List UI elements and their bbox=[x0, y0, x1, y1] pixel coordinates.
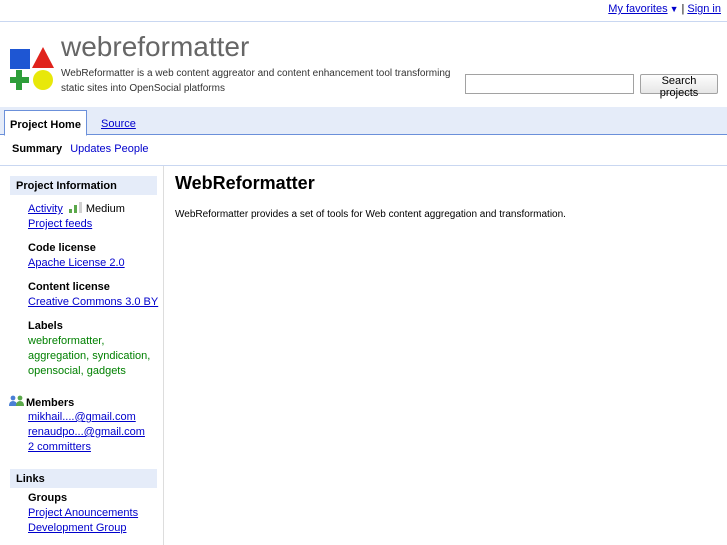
content-license-link[interactable]: Creative Commons 3.0 BY bbox=[28, 295, 158, 310]
chevron-down-icon[interactable]: ▼ bbox=[670, 4, 679, 14]
project-feeds-link[interactable]: Project feeds bbox=[28, 217, 92, 232]
sub-tabs: Summary Updates People bbox=[12, 143, 149, 155]
label-tag[interactable]: gadgets bbox=[87, 365, 126, 377]
members-section: Members bbox=[26, 396, 158, 411]
account-links: My favorites ▼ | Sign in bbox=[608, 3, 721, 15]
links-header: Links bbox=[10, 469, 157, 488]
project-summary: WebReformatter is a web content aggreato… bbox=[61, 68, 451, 94]
members-icon bbox=[9, 395, 24, 406]
top-bar: My favorites ▼ | Sign in bbox=[0, 0, 727, 22]
my-favorites-link[interactable]: My favorites bbox=[608, 3, 667, 15]
tab-project-home[interactable]: Project Home bbox=[4, 110, 87, 136]
content-license-section: Content license Creative Commons 3.0 BY bbox=[28, 280, 160, 310]
label-tag[interactable]: aggregation bbox=[28, 350, 86, 362]
separator: | bbox=[681, 3, 685, 15]
page-title: WebReformatter bbox=[175, 173, 315, 193]
groups-section: Groups Project Anouncements Development … bbox=[28, 491, 160, 536]
members-list: mikhail....@gmail.com renaudpo...@gmail.… bbox=[28, 410, 160, 455]
labels-label: Labels bbox=[28, 320, 63, 332]
project-logo-icon[interactable] bbox=[10, 47, 55, 92]
members-label: Members bbox=[26, 397, 75, 409]
project-information-header: Project Information bbox=[10, 176, 157, 195]
labels-list: webreformatter, aggregation, syndication… bbox=[28, 335, 151, 377]
member-link[interactable]: renaudpo...@gmail.com bbox=[28, 425, 145, 440]
code-license-link[interactable]: Apache License 2.0 bbox=[28, 256, 125, 271]
label-tag[interactable]: opensocial bbox=[28, 365, 81, 377]
search-projects-button[interactable]: Search projects bbox=[640, 74, 718, 99]
tab-source[interactable]: Source bbox=[101, 110, 136, 136]
subtab-summary[interactable]: Summary bbox=[12, 143, 62, 155]
code-license-label: Code license bbox=[28, 242, 96, 254]
subtab-people[interactable]: People bbox=[114, 143, 148, 155]
activity-section: Activity Medium Project feeds bbox=[28, 202, 160, 232]
activity-meter-icon bbox=[68, 202, 83, 213]
group-link[interactable]: Development Group bbox=[28, 521, 126, 536]
label-tag[interactable]: webreformatter bbox=[28, 335, 101, 347]
sign-in-link[interactable]: Sign in bbox=[687, 3, 721, 15]
subtab-updates[interactable]: Updates bbox=[70, 143, 111, 155]
member-link[interactable]: mikhail....@gmail.com bbox=[28, 410, 136, 425]
label-tag[interactable]: syndication bbox=[92, 350, 147, 362]
group-link[interactable]: Project Anouncements bbox=[28, 506, 138, 521]
content-license-label: Content license bbox=[28, 281, 110, 293]
search-input[interactable] bbox=[465, 74, 634, 94]
project-title[interactable]: webreformatter bbox=[61, 31, 249, 63]
code-license-section: Code license Apache License 2.0 bbox=[28, 241, 160, 271]
sidebar: Project Information Activity Medium Proje… bbox=[0, 166, 164, 545]
project-description: WebReformatter provides a set of tools f… bbox=[175, 209, 566, 220]
groups-label: Groups bbox=[28, 492, 68, 504]
main-tab-bar: Project Home Source bbox=[0, 107, 727, 136]
labels-section: Labels webreformatter, aggregation, synd… bbox=[28, 319, 160, 379]
committers-link[interactable]: 2 committers bbox=[28, 440, 91, 455]
activity-link[interactable]: Activity bbox=[28, 203, 63, 215]
activity-level: Medium bbox=[85, 203, 125, 215]
